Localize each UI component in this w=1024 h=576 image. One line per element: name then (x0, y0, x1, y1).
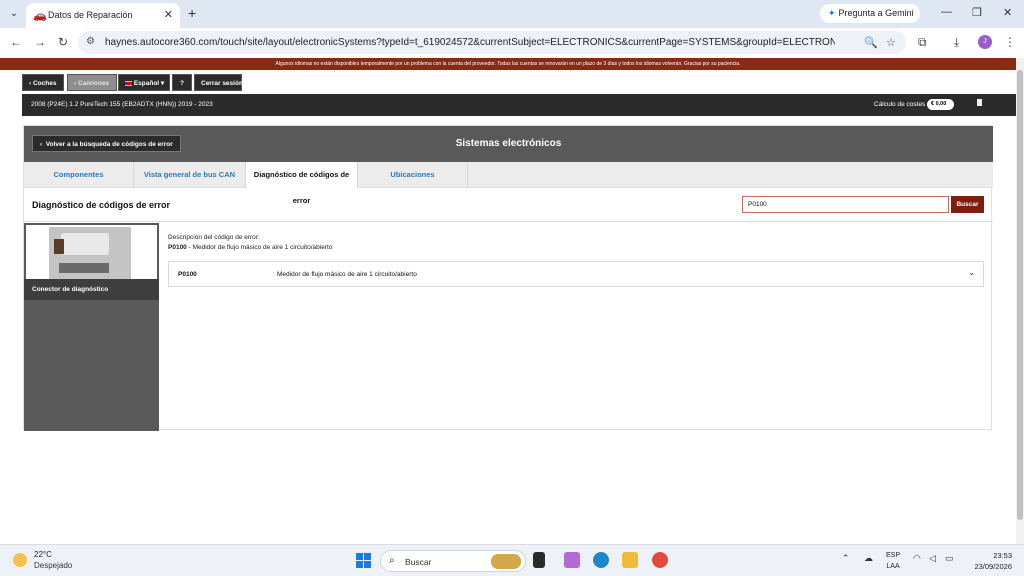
restore-icon[interactable]: ❐ (972, 6, 982, 19)
diagnostic-connector-thumbnail[interactable] (26, 225, 157, 279)
search-button[interactable]: Buscar (951, 196, 984, 213)
reload-icon[interactable]: ↻ (58, 35, 68, 49)
logout-button[interactable]: Cerrar sesión (194, 74, 243, 91)
flag-icon (125, 80, 132, 86)
trash-icon[interactable] (977, 99, 982, 106)
battery-icon[interactable]: ▭ (945, 553, 954, 564)
taskbar: 22°C Despejado ⌕ Buscar ⌃ ☁ ESP LAA ◠ ◁ … (0, 544, 1024, 576)
language-code: ESP (886, 552, 901, 559)
browser-menu-icon[interactable]: ⋮ (1004, 35, 1016, 49)
file-explorer-icon[interactable] (622, 552, 638, 568)
description-text: - Medidor de flujo másico de aire 1 circ… (186, 244, 333, 251)
window-close-icon[interactable]: ✕ (1003, 6, 1012, 19)
chevron-up-icon[interactable]: ⌃ (842, 553, 850, 564)
chevron-down-icon[interactable]: ⌄ (968, 268, 975, 277)
connector-body (61, 233, 109, 255)
fault-code-row[interactable]: P0100 Medidor de flujo másico de aire 1 … (168, 261, 984, 287)
keyboard-layout: LAA (886, 563, 900, 570)
search-icon: ⌕ (389, 555, 395, 566)
connector-plug (54, 239, 64, 254)
chrome-icon[interactable] (652, 552, 668, 568)
address-bar: ← → ↻ ⚙ haynes.autocore360.com/touch/sit… (0, 28, 1024, 58)
volume-icon[interactable]: ◁ (929, 553, 936, 564)
tab-locations[interactable]: Ubicaciones (358, 162, 468, 188)
clock[interactable]: 23:53 23/09/2026 (964, 550, 1012, 572)
copilot-icon[interactable] (564, 552, 580, 568)
edge-icon[interactable] (593, 552, 609, 568)
weather-temperature[interactable]: 22°C (34, 550, 52, 559)
tab-can-bus-overview[interactable]: Vista general de bus CAN (134, 162, 246, 188)
browser-tab-bar: ⌄ 🚗 Datos de Reparación ✕ + ✦ Pregunta a … (0, 0, 1024, 28)
minimize-icon[interactable]: — (941, 6, 952, 18)
gemini-button[interactable]: ✦ Pregunta a Gemini (820, 4, 920, 23)
fault-code-search-input[interactable] (742, 196, 949, 213)
clock-time: 23:53 (993, 551, 1012, 560)
panel-tabs: Componentes Vista general de bus CAN Dia… (24, 162, 993, 205)
help-button[interactable]: ? (172, 74, 192, 91)
sidebar: Conector de diagnóstico (24, 223, 159, 431)
wifi-icon[interactable]: ◠ (913, 553, 921, 564)
fault-description: Medidor de flujo másico de aire 1 circui… (277, 271, 417, 278)
new-tab-icon[interactable]: + (188, 5, 196, 21)
bookmark-star-icon[interactable]: ☆ (886, 36, 896, 49)
diagnostic-connector-image (49, 227, 131, 279)
clock-date: 23/09/2026 (974, 562, 1012, 571)
vehicle-bar: 2008 (P24E) 1.2 PureTech 155 (EB2ADTX (H… (22, 94, 1016, 116)
task-view-icon[interactable] (533, 552, 545, 568)
windows-start-icon[interactable] (356, 553, 371, 568)
panel-title: Sistemas electrónicos (455, 138, 562, 149)
profile-avatar[interactable]: J (978, 35, 992, 49)
vehicle-description: 2008 (P24E) 1.2 PureTech 155 (EB2ADTX (H… (31, 101, 213, 108)
close-icon[interactable]: ✕ (164, 8, 173, 21)
tab-fault-code-diagnosis[interactable]: Diagnóstico de códigos de error (246, 162, 358, 205)
language-label: Español (133, 80, 160, 87)
cost-value[interactable]: € 0,00 (927, 99, 954, 110)
cars-label: Coches (32, 80, 57, 87)
panel-header: ‹ Volver a la búsqueda de códigos de err… (24, 126, 993, 162)
tab-title: Datos de Reparación (48, 10, 133, 20)
scrollbar-thumb[interactable] (1017, 70, 1023, 520)
search-highlight-icon (491, 554, 521, 569)
language-select[interactable]: Español ▾ (118, 74, 170, 91)
tab-list-icon[interactable]: ⌄ (6, 6, 22, 22)
description-code: P0100 (168, 244, 187, 251)
back-arrow-icon[interactable]: ← (10, 35, 22, 49)
download-icon[interactable]: ⤓ (954, 35, 959, 50)
browser-tab[interactable]: 🚗 Datos de Reparación ✕ (26, 3, 180, 28)
gemini-label: Pregunta a Gemini (838, 8, 914, 18)
extensions-icon[interactable]: ⧉ (918, 35, 927, 50)
language-indicator[interactable]: ESP LAA (886, 550, 900, 572)
description-label: Descripción del código de error: (168, 234, 260, 241)
description-line: P0100 - Medidor de flujo másico de aire … (168, 244, 332, 251)
url-text[interactable]: haynes.autocore360.com/touch/site/layout… (105, 37, 835, 48)
weather-moon-icon[interactable] (13, 553, 27, 567)
zoom-icon[interactable]: 🔍 (864, 36, 878, 49)
page: Algunos idiomas no están disponibles tem… (0, 58, 1016, 544)
site-settings-icon[interactable]: ⚙ (86, 36, 95, 47)
trucks-label: Camiones (77, 80, 110, 87)
currency-label: € (931, 101, 935, 107)
cars-button[interactable]: ‹ Coches (22, 74, 64, 91)
fault-code: P0100 (178, 271, 197, 278)
trucks-button[interactable]: ‹ Camiones (67, 74, 117, 91)
notice-banner: Algunos idiomas no están disponibles tem… (0, 58, 1016, 70)
url-field[interactable]: ⚙ haynes.autocore360.com/touch/site/layo… (78, 31, 906, 54)
cost-amount: 0,00 (935, 101, 947, 107)
diagnostic-connector-label[interactable]: Conector de diagnóstico (24, 279, 159, 300)
connector-shadow (59, 263, 109, 273)
electronic-systems-panel: ‹ Volver a la búsqueda de códigos de err… (23, 125, 993, 431)
weather-description[interactable]: Despejado (34, 561, 72, 570)
car-icon: 🚗 (33, 10, 47, 22)
sparkle-icon: ✦ (828, 8, 836, 18)
cost-label: Cálculo de costes (874, 101, 926, 108)
taskbar-search[interactable]: ⌕ Buscar (380, 550, 526, 572)
divider (24, 221, 993, 222)
cloud-icon[interactable]: ☁ (864, 553, 873, 564)
tab-components[interactable]: Componentes (24, 162, 134, 188)
section-title: Diagnóstico de códigos de error (32, 200, 171, 210)
taskbar-search-label: Buscar (405, 557, 432, 567)
forward-arrow-icon[interactable]: → (34, 35, 46, 49)
